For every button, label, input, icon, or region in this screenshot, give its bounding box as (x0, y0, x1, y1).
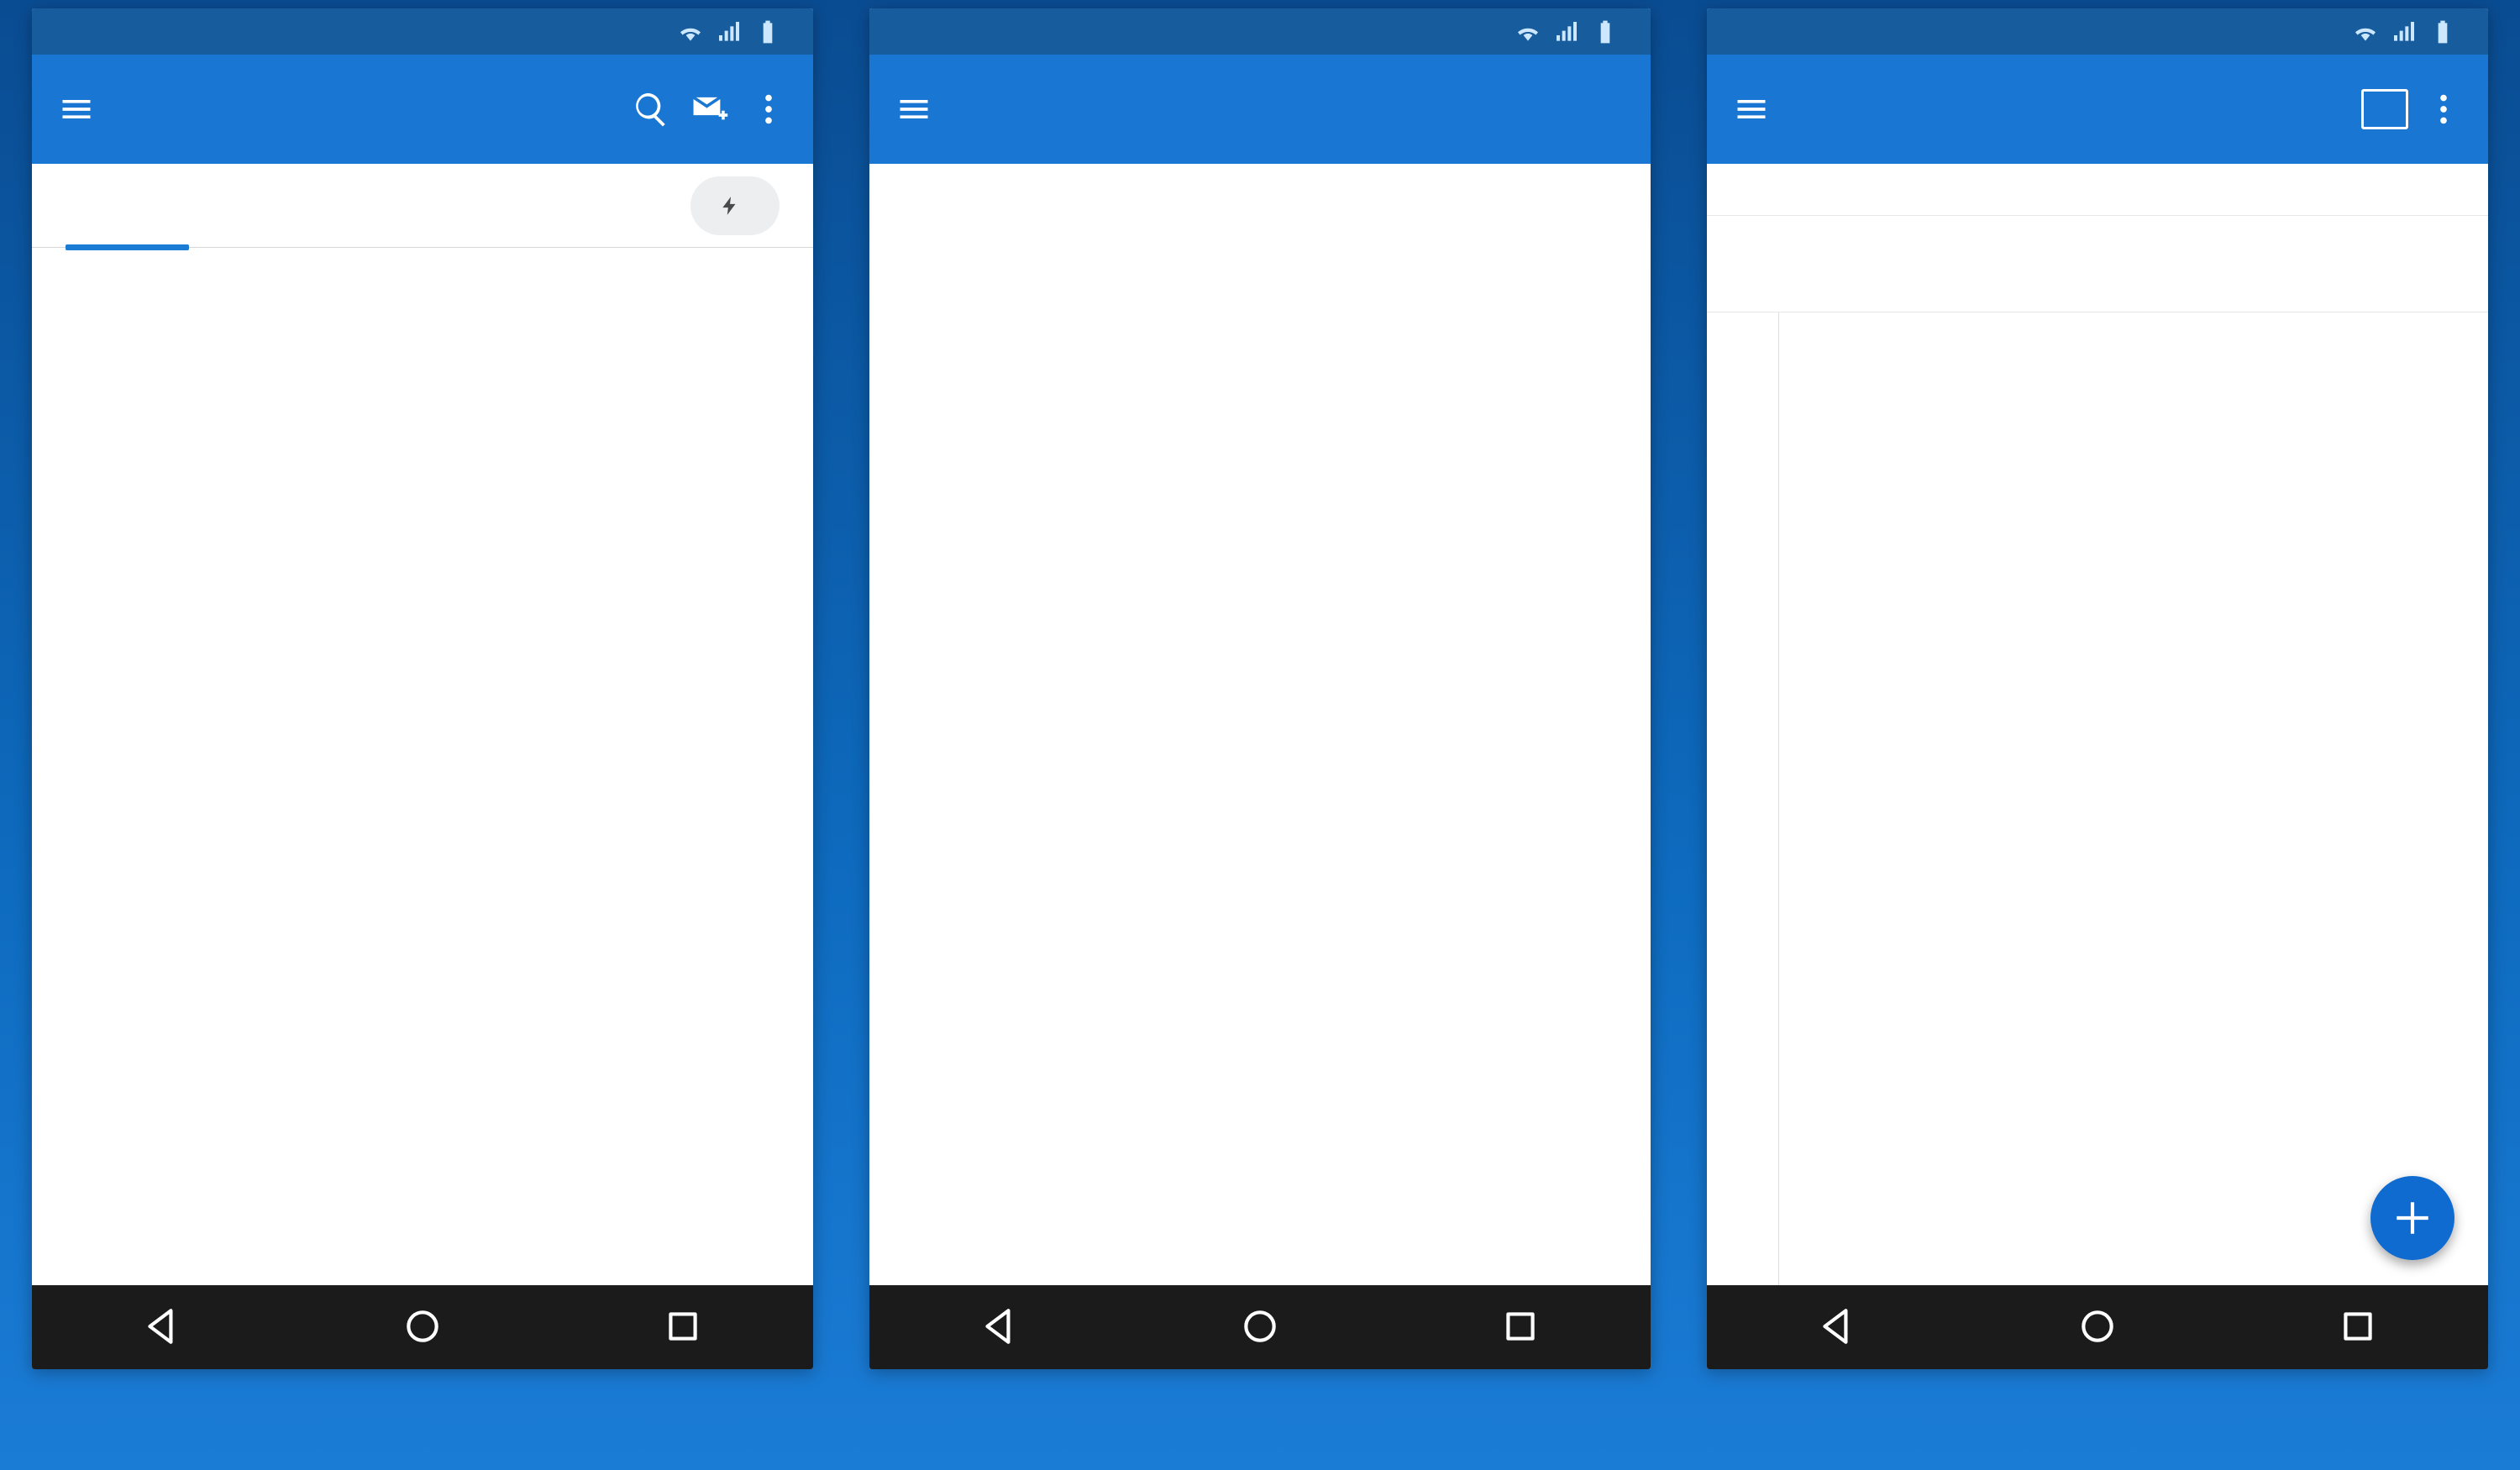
today-button[interactable] (2355, 80, 2414, 139)
files-list[interactable] (869, 164, 1651, 1285)
plus-icon (2391, 1197, 2433, 1239)
email-list[interactable] (32, 248, 813, 1285)
nav-back[interactable] (979, 1305, 1021, 1350)
hamburger-icon (58, 91, 95, 128)
files-screen (869, 8, 1651, 1369)
hamburger-icon (895, 91, 932, 128)
battery-icon (2429, 18, 2456, 45)
android-nav (32, 1285, 813, 1369)
battery-icon (754, 18, 781, 45)
nav-home[interactable] (2076, 1305, 2118, 1350)
search-button[interactable] (622, 80, 680, 139)
mail-appbar (32, 55, 813, 164)
wifi-icon (677, 18, 704, 45)
overflow-button[interactable] (2414, 80, 2473, 139)
quick-filters-button[interactable] (690, 176, 780, 235)
nav-back[interactable] (1816, 1305, 1858, 1350)
signal-icon (1553, 18, 1580, 45)
calendar-screen (1707, 8, 2488, 1369)
calendar-day-view[interactable] (1707, 312, 2488, 1285)
lightning-icon (719, 195, 741, 217)
mail-tabs (32, 164, 813, 248)
compose-button[interactable] (680, 80, 739, 139)
more-vert-icon (749, 90, 788, 129)
nav-recent[interactable] (1499, 1305, 1541, 1350)
more-vert-icon (2424, 90, 2463, 129)
menu-button[interactable] (47, 91, 106, 128)
menu-button[interactable] (885, 91, 943, 128)
nav-recent[interactable] (662, 1305, 704, 1350)
new-event-fab[interactable] (2370, 1176, 2454, 1260)
signal-icon (716, 18, 743, 45)
calendar-day-icon (2361, 89, 2408, 129)
hamburger-icon (1733, 91, 1770, 128)
menu-button[interactable] (1722, 91, 1781, 128)
nav-back[interactable] (141, 1305, 183, 1350)
calendar-weekday-row (1707, 164, 2488, 216)
wifi-icon (1515, 18, 1541, 45)
wifi-icon (2352, 18, 2379, 45)
mail-compose-icon (690, 90, 729, 129)
overflow-button[interactable] (739, 80, 798, 139)
mail-screen (32, 8, 813, 1369)
search-icon (632, 90, 670, 129)
signal-icon (2391, 18, 2418, 45)
nav-home[interactable] (1239, 1305, 1281, 1350)
nav-recent[interactable] (2337, 1305, 2379, 1350)
battery-icon (1592, 18, 1619, 45)
calendar-week-row[interactable] (1707, 216, 2488, 312)
nav-home[interactable] (402, 1305, 444, 1350)
